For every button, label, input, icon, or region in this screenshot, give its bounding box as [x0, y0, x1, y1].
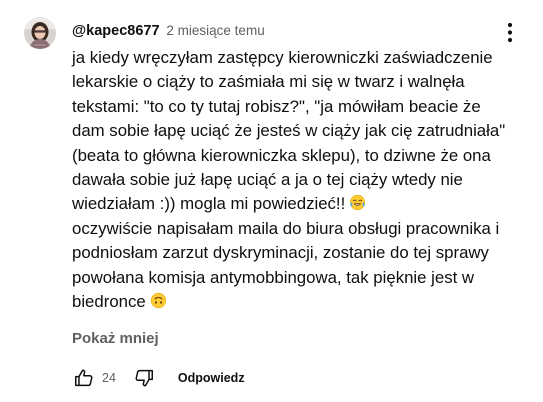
comment-text: ja kiedy wręczyłam zastępcy kierowniczki… [72, 46, 532, 314]
comment-line: lekarskie o ciąży to zaśmiała mi się w t… [72, 72, 465, 92]
like-count: 24 [102, 371, 116, 385]
comment-timestamp[interactable]: 2 miesiące temu [166, 23, 264, 38]
thumb-down-outline-icon [135, 369, 153, 387]
comment-actions: 24 Odpowiedz [72, 366, 245, 390]
more-options-button[interactable] [498, 17, 522, 49]
dislike-button[interactable] [132, 366, 156, 390]
more-vert-icon [507, 22, 513, 43]
avatar[interactable] [24, 17, 56, 49]
show-less-button[interactable]: Pokaż mniej [72, 330, 159, 347]
thumb-up-outline-icon [75, 369, 93, 387]
comment-line-with-emoji: biedronce [72, 290, 532, 314]
comment-line: dawała sobie już łapę uciąć a ja o tej c… [72, 170, 463, 190]
comment-line-text: biedronce [72, 292, 146, 312]
comment-line: podniosłam zarzut dyskryminacji, zostani… [72, 243, 489, 263]
comment-thread: @kapec8677 2 miesiące temu ja kiedy wręc… [0, 0, 543, 402]
avatar-image [24, 17, 56, 49]
comment-line-with-emoji: wiedziałam :)) mogla mi powiedzieć!! [72, 192, 532, 216]
like-button[interactable] [72, 366, 96, 390]
author-name[interactable]: @kapec8677 [72, 23, 160, 39]
upside-down-face-emoji-icon [150, 292, 166, 309]
comment-line: tekstami: "to co ty tutaj robisz?", "ja … [72, 96, 481, 116]
reply-button[interactable]: Odpowiedz [178, 371, 245, 385]
comment-line: ja kiedy wręczyłam zastępcy kierowniczki… [72, 48, 493, 67]
comment-line: powołana komisja antymobbingowa, tak pię… [72, 267, 475, 287]
comment-line: oczywiście napisałam maila do biura obsł… [72, 218, 500, 238]
comment-line: dam sobie łapę uciąć że jesteś w ciąży j… [72, 121, 506, 141]
comment-line-text: wiedziałam :)) mogla mi powiedzieć!! [72, 194, 346, 214]
comment-header: @kapec8677 2 miesiące temu [72, 21, 265, 40]
comment-line: (beata to główna kierowniczka sklepu), t… [72, 145, 491, 165]
tears-of-joy-emoji-icon [350, 195, 366, 211]
